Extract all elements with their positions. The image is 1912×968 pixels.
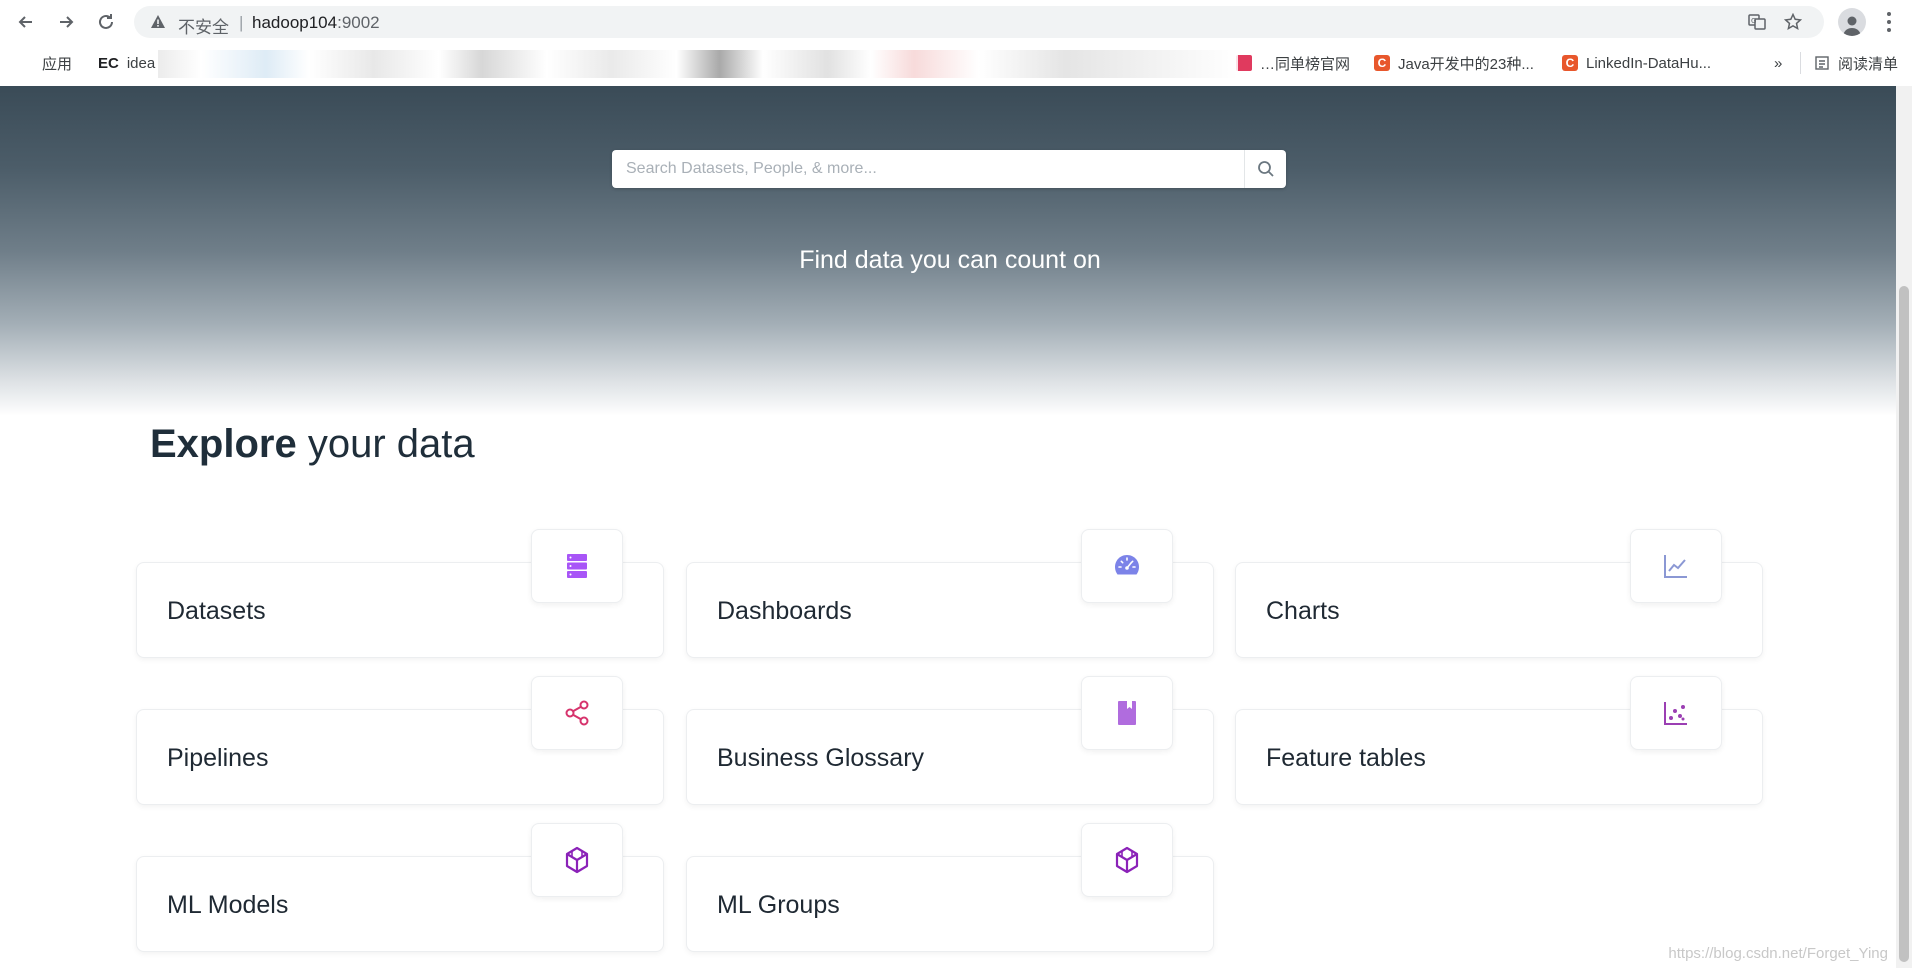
card-icon-box — [1081, 529, 1173, 603]
code-sandbox-icon — [565, 846, 589, 874]
card-ml-groups[interactable]: ML Groups — [686, 823, 1214, 952]
explore-title: Explore your data — [150, 422, 475, 467]
card-label: Datasets — [167, 597, 266, 625]
translate-icon[interactable]: G — [1748, 13, 1766, 31]
bookmark-item-1[interactable]: …同单榜官网 — [1236, 52, 1350, 74]
search-icon — [1258, 161, 1274, 177]
reload-icon[interactable] — [92, 8, 120, 36]
code-sandbox-icon — [1115, 846, 1139, 874]
bookmark-favicon — [1236, 55, 1252, 71]
hero-tagline: Find data you can count on — [799, 246, 1101, 274]
reading-list-button[interactable]: 阅读清单 — [1814, 52, 1898, 74]
page-scrollbar[interactable] — [1896, 86, 1912, 968]
browser-chrome: 不安全 | hadoop104:9002 G 应用 EC idea …同单榜官网… — [0, 0, 1912, 87]
csdn-favicon: C — [1562, 55, 1578, 71]
bookmark-label: LinkedIn-DataHu... — [1586, 54, 1712, 72]
card-label: ML Models — [167, 891, 289, 919]
card-pipelines[interactable]: Pipelines — [136, 676, 664, 805]
bookmarks-divider — [1800, 52, 1801, 74]
menu-icon[interactable] — [1882, 10, 1896, 34]
card-icon-box — [1630, 529, 1722, 603]
line-chart-icon — [1664, 555, 1687, 578]
bookmark-apps[interactable]: 应用 — [18, 52, 72, 74]
search-input[interactable] — [612, 150, 1244, 188]
share-nodes-icon — [565, 700, 589, 726]
forward-arrow-icon[interactable] — [52, 8, 80, 36]
apps-grid-icon — [18, 55, 34, 71]
bookmark-ec-text: idea — [126, 54, 156, 72]
card-dashboards[interactable]: Dashboards — [686, 529, 1214, 658]
bookmark-item-2[interactable]: C Java开发中的23种... — [1374, 52, 1534, 74]
card-label: Charts — [1266, 597, 1340, 625]
explore-title-bold: Explore — [150, 422, 297, 466]
card-label: Pipelines — [167, 744, 269, 772]
back-arrow-icon[interactable] — [12, 8, 40, 36]
card-datasets[interactable]: Datasets — [136, 529, 664, 658]
card-ml-models[interactable]: ML Models — [136, 823, 664, 952]
bookmarks-more-button[interactable]: » — [1774, 52, 1782, 74]
bookmark-label: …同单榜官网 — [1260, 55, 1351, 73]
card-icon-box — [531, 823, 623, 897]
bookmark-item-3[interactable]: C LinkedIn-DataHu... — [1562, 52, 1711, 74]
bookmark-label: Java开发中的23种... — [1398, 55, 1534, 73]
reading-list-icon — [1814, 55, 1830, 71]
card-label: Dashboards — [717, 597, 852, 625]
explore-title-rest: your data — [296, 422, 475, 466]
card-icon-box — [1081, 823, 1173, 897]
watermark: https://blog.csdn.net/Forget_Ying — [1668, 945, 1888, 962]
url-text: hadoop104:9002 — [252, 13, 380, 33]
insecure-label: 不安全 — [178, 18, 229, 37]
dashboard-gauge-icon — [1115, 555, 1139, 575]
card-icon-box — [531, 676, 623, 750]
ec-label: EC — [98, 54, 119, 72]
csdn-favicon: C — [1374, 55, 1390, 71]
star-icon[interactable] — [1784, 13, 1802, 31]
url-host: hadoop104 — [252, 13, 338, 32]
card-icon-box — [531, 529, 623, 603]
card-label: Business Glossary — [717, 744, 925, 772]
address-bar[interactable]: 不安全 | hadoop104:9002 G — [134, 6, 1824, 38]
redacted-bookmarks — [158, 50, 1238, 78]
card-feature-tables[interactable]: Feature tables — [1235, 676, 1763, 805]
warning-icon — [151, 15, 165, 28]
bookmark-ec[interactable]: EC idea — [98, 52, 155, 74]
reading-list-label: 阅读清单 — [1838, 55, 1899, 73]
svg-text:G: G — [1751, 17, 1756, 25]
card-label: Feature tables — [1266, 744, 1426, 772]
scrollbar-thumb[interactable] — [1899, 286, 1909, 962]
card-business-glossary[interactable]: Business Glossary — [686, 676, 1214, 805]
card-icon-box — [1630, 676, 1722, 750]
search-button[interactable] — [1244, 150, 1287, 188]
card-charts[interactable]: Charts — [1235, 529, 1763, 658]
dot-chart-icon — [1664, 702, 1687, 725]
card-icon-box — [1081, 676, 1173, 750]
card-label: ML Groups — [717, 891, 840, 919]
bookmark-apps-label: 应用 — [42, 55, 73, 73]
url-separator: | — [239, 13, 244, 32]
book-icon — [1118, 701, 1136, 725]
url-port: :9002 — [337, 13, 380, 32]
database-icon — [567, 554, 587, 578]
profile-icon[interactable] — [1838, 8, 1866, 36]
search-bar — [612, 150, 1286, 188]
